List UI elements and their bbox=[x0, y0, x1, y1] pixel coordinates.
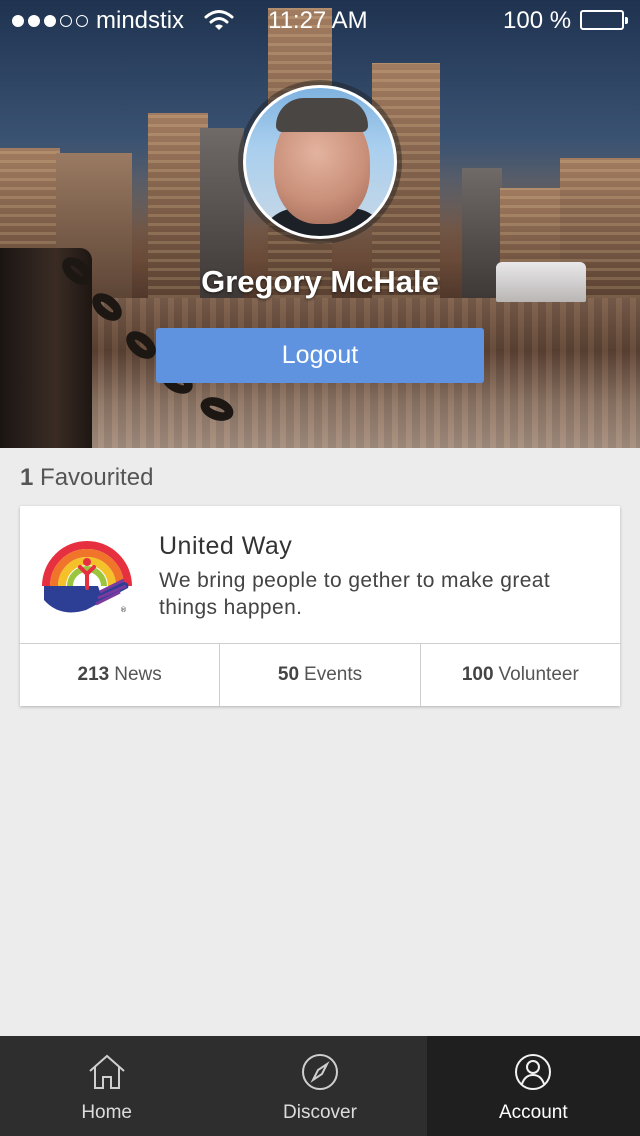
user-icon bbox=[513, 1052, 553, 1092]
events-stat[interactable]: 50 Events bbox=[219, 644, 419, 706]
tab-discover[interactable]: Discover bbox=[213, 1036, 426, 1136]
tab-bar: Home Discover Account bbox=[0, 1036, 640, 1136]
signal-dot bbox=[28, 15, 40, 27]
battery-percentage: 100 % bbox=[503, 7, 572, 34]
logout-button[interactable]: Logout bbox=[156, 328, 484, 383]
clock: 11:27 AM bbox=[268, 7, 368, 34]
volunteer-stat[interactable]: 100 Volunteer bbox=[419, 644, 620, 706]
tab-home[interactable]: Home bbox=[0, 1036, 213, 1136]
volunteer-count: 100 bbox=[461, 664, 494, 685]
favourites-label: Favourited bbox=[40, 464, 154, 491]
battery-icon bbox=[580, 10, 628, 30]
organization-name[interactable]: United Way bbox=[159, 532, 292, 561]
compass-icon bbox=[300, 1052, 340, 1092]
carrier-name: mindstix bbox=[96, 7, 185, 34]
united-way-logo: ® bbox=[40, 526, 134, 620]
carrier-info: mindstix bbox=[12, 7, 184, 35]
news-label: News bbox=[114, 664, 162, 685]
signal-dot bbox=[76, 15, 88, 27]
avatar[interactable] bbox=[243, 85, 397, 239]
events-count: 50 bbox=[277, 664, 300, 685]
favourites-count: 1 bbox=[20, 464, 34, 491]
favourite-card[interactable]: ® United Way We bring people to gether t… bbox=[20, 506, 620, 706]
tab-account[interactable]: Account bbox=[426, 1036, 640, 1136]
svg-text:®: ® bbox=[120, 606, 127, 614]
user-name: Gregory McHale bbox=[201, 264, 439, 299]
signal-dot bbox=[60, 15, 72, 27]
wifi-icon bbox=[204, 9, 234, 38]
volunteer-label: Volunteer bbox=[498, 664, 579, 685]
organization-description: We bring people to gether to make great … bbox=[159, 569, 551, 619]
status-bar: mindstix 11:27 AM 100 % bbox=[0, 0, 640, 40]
tab-home-label: Home bbox=[81, 1102, 132, 1123]
home-icon bbox=[87, 1052, 127, 1092]
tab-discover-label: Discover bbox=[283, 1102, 357, 1123]
signal-dot bbox=[12, 15, 24, 27]
news-count: 213 bbox=[77, 664, 110, 685]
card-stats: 213 News 50 Events 100 Volunteer bbox=[20, 644, 620, 706]
events-label: Events bbox=[304, 664, 363, 685]
tab-account-label: Account bbox=[498, 1102, 568, 1123]
favourites-heading: 1 Favourited bbox=[20, 464, 153, 492]
signal-dot bbox=[44, 15, 56, 27]
news-stat[interactable]: 213 News bbox=[20, 644, 219, 706]
